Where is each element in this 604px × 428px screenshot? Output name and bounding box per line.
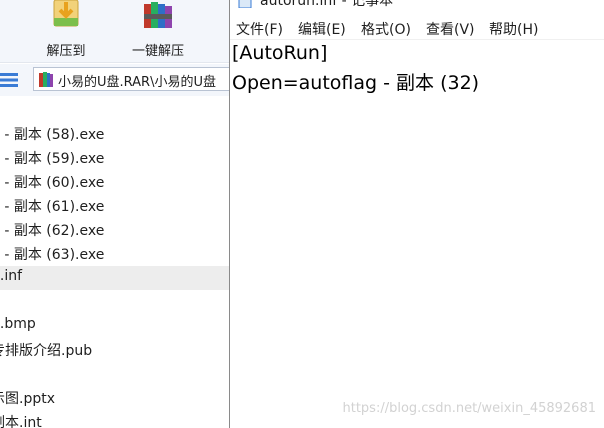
file-row[interactable]: x xyxy=(0,362,229,386)
menu-format[interactable]: 格式(O) xyxy=(361,19,411,39)
notepad-icon xyxy=(238,0,252,8)
file-name: n.inf xyxy=(0,268,23,284)
address-text: 小易的U盘.RAR\小易的U盘 xyxy=(58,75,216,90)
notepad-window: autorun.inf - 记事本 文件(F) 编辑(E) 格式(O) 查看(V… xyxy=(229,0,604,428)
extract-to-icon xyxy=(50,0,82,30)
file-name: 示图.pptx xyxy=(0,391,55,407)
file-row[interactable]: 专排版介绍.pub xyxy=(0,338,229,362)
file-row[interactable]: 示图.pptx xyxy=(0,386,229,410)
address-bar: 小易的U盘.RAR\小易的U盘 xyxy=(0,64,229,96)
file-row[interactable] xyxy=(0,290,229,314)
menu-edit[interactable]: 编辑(E) xyxy=(298,19,346,39)
window-title: autorun.inf - 记事本 xyxy=(260,0,394,8)
file-row[interactable]: g.bmp xyxy=(0,314,229,338)
file-name: 副本.int xyxy=(0,415,42,428)
menu-help[interactable]: 帮助(H) xyxy=(489,19,538,39)
address-field[interactable]: 小易的U盘.RAR\小易的U盘 xyxy=(33,67,229,91)
file-name: g - 副本 (58).exe xyxy=(0,127,105,143)
file-row[interactable]: g - 副本 (61).exe xyxy=(0,194,229,218)
notepad-titlebar[interactable]: autorun.inf - 记事本 xyxy=(230,0,604,8)
menu-file[interactable]: 文件(F) xyxy=(236,19,283,39)
one-click-extract-label: 一键解压 xyxy=(131,44,184,59)
menu-view[interactable]: 查看(V) xyxy=(426,19,475,39)
extract-to-label: 解压到 xyxy=(46,44,86,59)
extract-to-button[interactable]: 解压到 xyxy=(26,0,106,62)
file-row[interactable]: g - 副本 (59).exe xyxy=(0,146,229,170)
file-row[interactable]: n.inf xyxy=(0,266,229,290)
file-row[interactable]: g - 副本 (63).exe xyxy=(0,242,229,266)
editor-line: [AutoRun] xyxy=(232,42,328,64)
file-name: 专排版介绍.pub xyxy=(0,343,93,359)
file-name: g - 副本 (61).exe xyxy=(0,199,105,215)
file-name: g - 副本 (59).exe xyxy=(0,151,105,167)
file-row[interactable]: g - 副本 (60).exe xyxy=(0,170,229,194)
text-editor[interactable]: [AutoRun] Open=autoflag - 副本 (32) xyxy=(230,40,604,428)
watermark: https://blog.csdn.net/weixin_45892681 xyxy=(342,401,596,416)
winrar-toolbar: 解压到 一键解压 xyxy=(0,0,229,63)
file-row[interactable]: 副本.int xyxy=(0,410,229,428)
menu-bar: 文件(F) 编辑(E) 格式(O) 查看(V) 帮助(H) xyxy=(230,15,604,40)
file-name: g.bmp xyxy=(0,316,36,332)
view-toggle-icon[interactable] xyxy=(0,72,18,88)
file-name: g - 副本 (62).exe xyxy=(0,223,105,239)
rar-archive-icon xyxy=(39,72,53,87)
one-click-extract-icon xyxy=(142,0,174,30)
file-name: g - 副本 (63).exe xyxy=(0,247,105,263)
one-click-extract-button[interactable]: 一键解压 xyxy=(118,0,198,62)
editor-line: Open=autoflag - 副本 (32) xyxy=(232,72,480,94)
file-row[interactable]: g - 副本 (62).exe xyxy=(0,218,229,242)
file-name: g - 副本 (60).exe xyxy=(0,175,105,191)
file-row[interactable]: g - 副本 (58).exe xyxy=(0,122,229,146)
winrar-window: 解压到 一键解压 小易的U盘.RAR\小易的U盘 g - 副本 (58).exe… xyxy=(0,0,229,428)
